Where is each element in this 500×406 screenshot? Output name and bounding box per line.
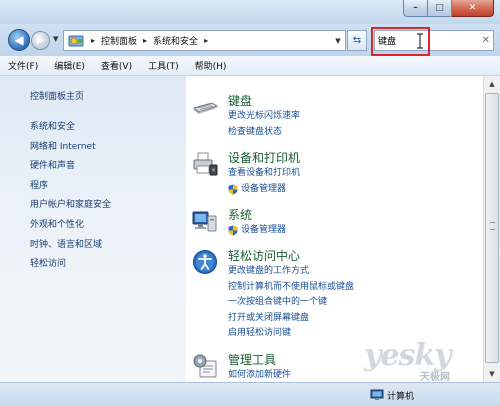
task-link-text: 检查键盘状态 bbox=[228, 126, 283, 137]
category-title[interactable]: 键盘 bbox=[228, 92, 252, 109]
task-link[interactable]: 控制计算机而不使用鼠标或键盘 bbox=[228, 280, 354, 296]
breadcrumb-system-security[interactable]: 系统和安全 bbox=[153, 34, 198, 47]
sidebar-home-link[interactable]: 控制面板主页 bbox=[30, 89, 84, 102]
maximize-icon: □ bbox=[435, 3, 444, 13]
sidebar-item-programs[interactable]: 程序 bbox=[30, 177, 111, 197]
menu-edit[interactable]: 编辑(E) bbox=[54, 59, 85, 72]
task-link-text: 打开或关闭屏幕键盘 bbox=[228, 312, 310, 323]
task-link-text: 设备管理器 bbox=[241, 225, 287, 235]
menu-file[interactable]: 文件(F) bbox=[8, 59, 38, 72]
task-link-text: 启用轻松访问键 bbox=[228, 328, 292, 338]
task-link[interactable]: 设备管理器 bbox=[228, 182, 300, 198]
sidebar-list: 系统和安全 网络和 Internet 硬件和声音 程序 用户帐户和家庭安全 外观… bbox=[30, 118, 111, 275]
task-link[interactable]: 一次按组合键中的一个键 bbox=[228, 295, 354, 311]
category-title[interactable]: 设备和打印机 bbox=[228, 149, 300, 166]
task-link-text: 查看设备和打印机 bbox=[228, 168, 301, 178]
keyboard-icon bbox=[192, 102, 218, 114]
menu-bar: 文件(F) 编辑(E) 查看(V) 工具(T) 帮助(H) bbox=[0, 56, 500, 76]
refresh-icon: ⇆ bbox=[352, 35, 362, 46]
address-bar[interactable]: ▸ 控制面板 ▸ 系统和安全 ▸ ▼ bbox=[63, 30, 346, 51]
maximize-button[interactable]: □ bbox=[428, 0, 452, 17]
forward-arrow-icon: ▶ bbox=[36, 35, 45, 46]
task-link-text: 控制计算机而不使用鼠标或键盘 bbox=[228, 281, 355, 292]
search-highlight-box bbox=[371, 27, 430, 56]
control-panel-icon bbox=[67, 34, 85, 48]
scroll-grip-icon bbox=[490, 222, 495, 230]
clear-search-icon[interactable]: ✕ bbox=[482, 35, 490, 46]
task-link[interactable]: 如何添加新硬件 bbox=[228, 368, 291, 382]
sidebar-item-hardware-sound[interactable]: 硬件和声音 bbox=[30, 157, 111, 177]
recent-pages-dropdown[interactable]: ▼ bbox=[53, 35, 61, 45]
sidebar-item-clock-language[interactable]: 时钟、语言和区域 bbox=[30, 236, 111, 256]
sidebar-item-appearance[interactable]: 外观和个性化 bbox=[30, 216, 111, 236]
task-link[interactable]: 更改键盘的工作方式 bbox=[228, 264, 354, 280]
breadcrumb-separator: ▸ bbox=[204, 36, 209, 45]
minimize-icon: – bbox=[413, 3, 418, 13]
title-bar: – □ ✕ bbox=[0, 0, 500, 24]
task-link[interactable]: 查看设备和打印机 bbox=[228, 166, 300, 182]
breadcrumb-separator: ▸ bbox=[143, 36, 148, 45]
category-title[interactable]: 系统 bbox=[228, 206, 252, 223]
category-title[interactable]: 轻松访问中心 bbox=[228, 247, 300, 264]
admin-tools-icon bbox=[193, 354, 217, 378]
task-link[interactable]: 设备管理器 bbox=[228, 223, 286, 239]
search-results: 键盘 更改光标闪烁速率 检查键盘状态 设备和打印机 查看设备和打印机 设备管理器 bbox=[186, 76, 483, 382]
watermark-subtitle: 天极网 bbox=[420, 372, 450, 383]
window-controls: – □ ✕ bbox=[403, 0, 494, 17]
status-location: 计算机 bbox=[387, 392, 415, 402]
scroll-down-icon[interactable]: ▼ bbox=[484, 366, 500, 382]
computer-icon bbox=[370, 389, 384, 400]
task-link-text: 如何添加新硬件 bbox=[228, 370, 292, 380]
menu-tools[interactable]: 工具(T) bbox=[148, 59, 179, 72]
uac-shield-icon bbox=[228, 225, 238, 236]
uac-shield-icon bbox=[228, 184, 238, 195]
forward-button[interactable]: ▶ bbox=[31, 31, 50, 50]
menu-view[interactable]: 查看(V) bbox=[101, 59, 132, 72]
printer-icon bbox=[193, 152, 218, 176]
back-button[interactable]: ◀ bbox=[8, 29, 30, 51]
back-arrow-icon: ◀ bbox=[14, 33, 24, 47]
menu-help[interactable]: 帮助(H) bbox=[195, 59, 227, 72]
task-link-text: 设备管理器 bbox=[241, 183, 287, 194]
task-link[interactable]: 打开或关闭屏幕键盘 bbox=[228, 311, 354, 327]
system-icon bbox=[192, 211, 217, 232]
task-link[interactable]: 启用轻松访问键 bbox=[228, 326, 354, 342]
close-button[interactable]: ✕ bbox=[452, 0, 494, 17]
sidebar-item-system-security[interactable]: 系统和安全 bbox=[30, 118, 111, 138]
breadcrumb-separator: ▸ bbox=[91, 36, 96, 45]
task-link-text: 更改光标闪烁速率 bbox=[228, 111, 301, 121]
close-icon: ✕ bbox=[468, 3, 477, 13]
vertical-scrollbar[interactable]: ▲ ▼ bbox=[483, 76, 500, 382]
task-link[interactable]: 更改光标闪烁速率 bbox=[228, 109, 300, 125]
minimize-button[interactable]: – bbox=[403, 0, 428, 17]
category-title[interactable]: 管理工具 bbox=[228, 351, 276, 368]
ease-of-access-icon bbox=[193, 250, 217, 274]
breadcrumb-control-panel[interactable]: 控制面板 bbox=[101, 34, 137, 47]
sidebar-item-user-accounts[interactable]: 用户帐户和家庭安全 bbox=[30, 196, 111, 216]
scroll-up-icon[interactable]: ▲ bbox=[484, 76, 500, 92]
task-link[interactable]: 检查键盘状态 bbox=[228, 125, 300, 141]
sidebar-item-network[interactable]: 网络和 Internet bbox=[30, 138, 111, 158]
sidebar: 控制面板主页 系统和安全 网络和 Internet 硬件和声音 程序 用户帐户和… bbox=[0, 76, 186, 382]
address-dropdown-icon[interactable]: ▼ bbox=[331, 31, 345, 50]
task-link-text: 一次按组合键中的一个键 bbox=[228, 297, 328, 307]
scroll-thumb[interactable] bbox=[485, 93, 499, 363]
task-link-text: 更改键盘的工作方式 bbox=[228, 266, 310, 276]
sidebar-item-ease-of-access[interactable]: 轻松访问 bbox=[30, 255, 111, 275]
refresh-button[interactable]: ⇆ bbox=[347, 30, 367, 51]
status-bar: 计算机 bbox=[0, 382, 500, 406]
